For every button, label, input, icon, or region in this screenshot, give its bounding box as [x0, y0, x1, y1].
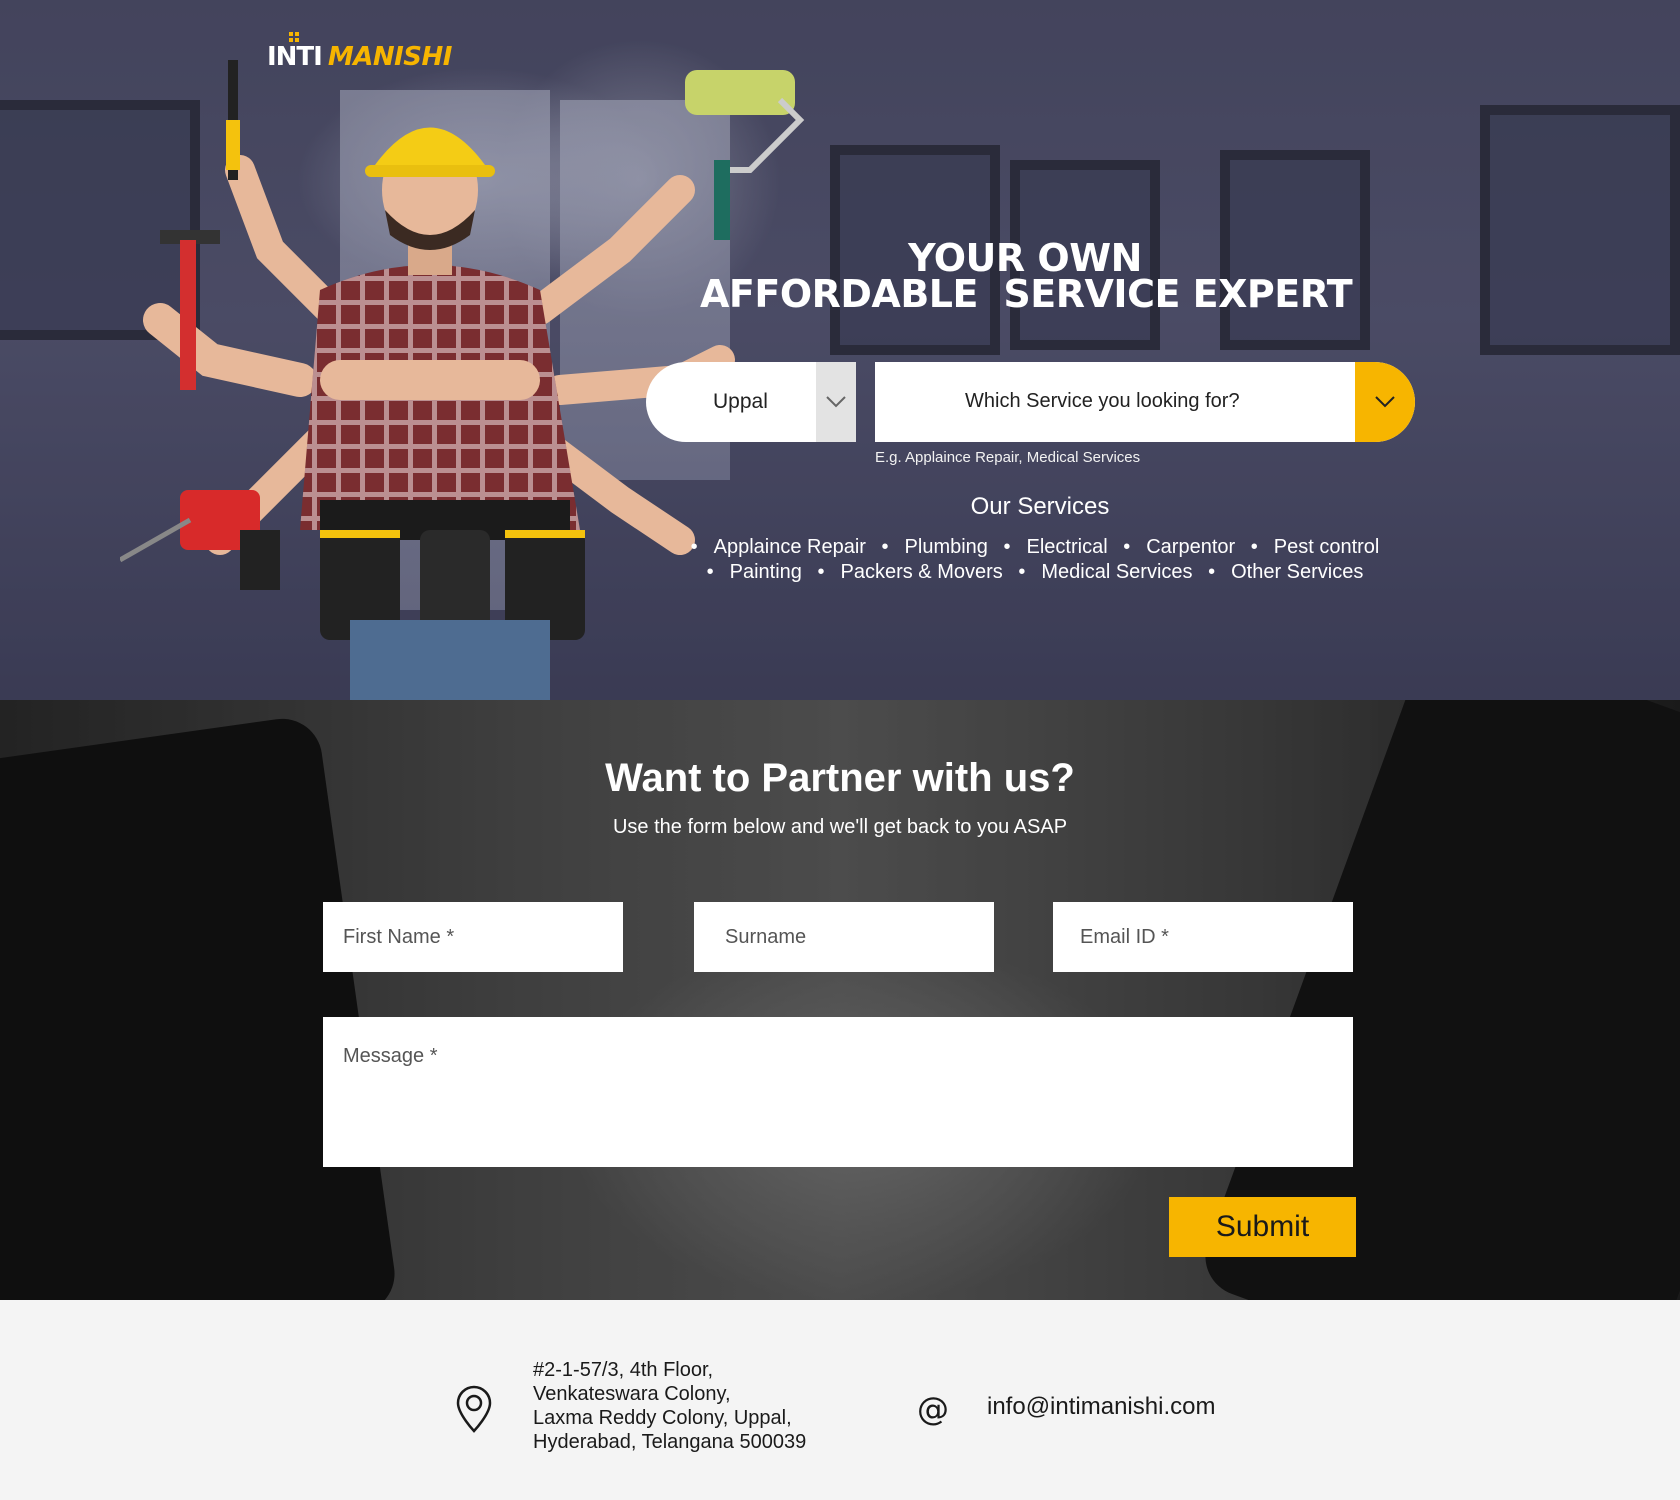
location-select[interactable]: Uppal [646, 362, 856, 442]
service-link-pest-control[interactable]: Pest control [1246, 535, 1385, 560]
address-line: #2-1-57/3, 4th Floor, [533, 1359, 714, 1381]
partner-subtitle: Use the form below and we'll get back to… [612, 816, 1068, 838]
hero-title: YOUR OWN AFFORDABLE SERVICE EXPERT [700, 236, 1353, 316]
partner-title: Want to Partner with us? [605, 756, 1075, 800]
submit-button[interactable]: Submit [1169, 1197, 1356, 1257]
service-select[interactable]: Which Service you looking for? [875, 362, 1415, 442]
location-value: Uppal [713, 390, 768, 413]
address-line: Hyderabad, Telangana 500039 [533, 1431, 807, 1453]
surname-field[interactable] [694, 902, 994, 972]
footer: #2-1-57/3, 4th Floor, Venkateswara Colon… [0, 1300, 1680, 1500]
service-hint: E.g. Applaince Repair, Medical Services [875, 449, 1141, 466]
logo-text-inti: INTI [267, 42, 323, 72]
services-list: Applaince Repair Plumbing Electrical Car… [640, 535, 1430, 585]
hero-title-line2: AFFORDABLE SERVICE EXPERT [700, 272, 1353, 316]
map-pin-icon [456, 1385, 492, 1433]
message-field[interactable] [323, 1017, 1353, 1167]
contact-email-link[interactable]: info@intimanishi.com [987, 1393, 1215, 1421]
hero-title-line1: YOUR OWN [908, 236, 1142, 280]
logo-text-manishi: MANISHI [327, 42, 453, 72]
at-sign-icon: @ [917, 1390, 949, 1428]
partner-section: Want to Partner with us? Use the form be… [0, 700, 1680, 1300]
chevron-down-icon[interactable] [816, 362, 856, 442]
service-link-plumbing[interactable]: Plumbing [877, 535, 993, 560]
email-field[interactable] [1053, 902, 1353, 972]
service-link-medical-services[interactable]: Medical Services [1013, 560, 1197, 585]
first-name-field[interactable] [323, 902, 623, 972]
service-placeholder: Which Service you looking for? [965, 390, 1240, 412]
address: #2-1-57/3, 4th Floor, Venkateswara Colon… [533, 1358, 806, 1454]
brand-logo[interactable]: INTI MANISHI [267, 32, 453, 72]
service-link-painting[interactable]: Painting [702, 560, 807, 585]
service-link-other-services[interactable]: Other Services [1203, 560, 1368, 585]
service-link-carpentor[interactable]: Carpentor [1118, 535, 1240, 560]
address-line: Venkateswara Colony, [533, 1383, 731, 1405]
hero-section: INTI MANISHI YOUR OWN AFFORDABLE SERVICE… [0, 0, 1680, 700]
service-link-packers-movers[interactable]: Packers & Movers [812, 560, 1007, 585]
services-title: Our Services [970, 493, 1110, 520]
address-line: Laxma Reddy Colony, Uppal, [533, 1407, 792, 1429]
service-link-appliance-repair[interactable]: Applaince Repair [686, 535, 871, 560]
logo-dots-icon [289, 32, 299, 42]
service-link-electrical[interactable]: Electrical [999, 535, 1113, 560]
